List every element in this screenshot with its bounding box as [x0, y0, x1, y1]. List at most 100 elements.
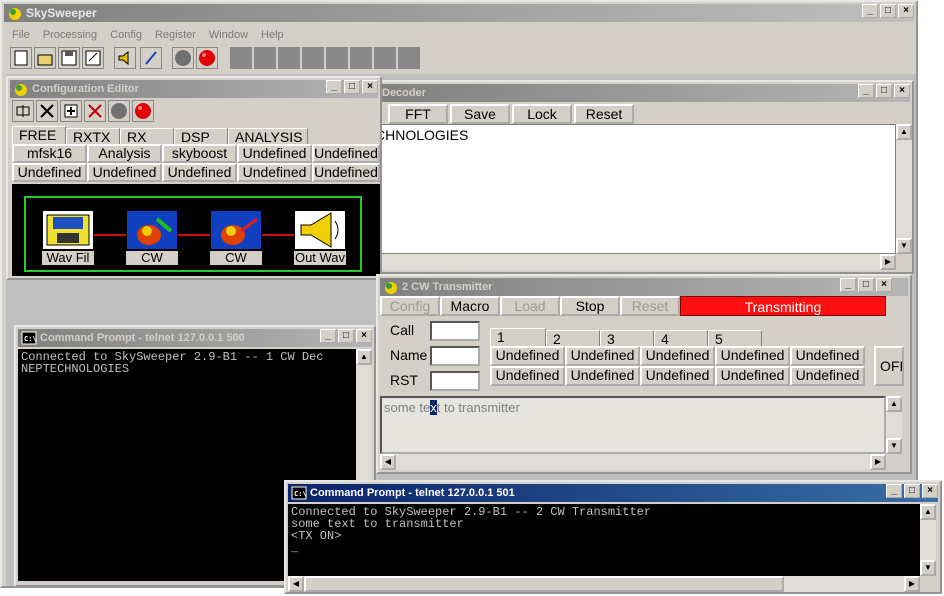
load-button[interactable]: Load — [500, 296, 560, 316]
scroll-down-icon[interactable]: ▼ — [896, 238, 912, 254]
slot-1-icon[interactable] — [230, 47, 252, 69]
speaker-icon[interactable] — [114, 47, 136, 69]
cmd501-console-output[interactable]: Connected to SkySweeper 2.9-B1 -- 2 CW T… — [288, 504, 920, 576]
macro-cell[interactable]: Undefined — [790, 346, 865, 366]
close-icon[interactable]: × — [898, 4, 914, 18]
macro-cell[interactable]: Undefined — [490, 346, 565, 366]
tab-rxtx[interactable]: RXTX — [66, 128, 120, 145]
cmd501-vscroll[interactable]: ▲ ▼ — [920, 504, 936, 576]
name-field[interactable] — [430, 346, 480, 366]
macro-button[interactable]: Macro — [440, 296, 500, 316]
maximize-icon[interactable]: □ — [858, 278, 874, 292]
maximize-icon[interactable]: □ — [904, 484, 920, 498]
scroll-up-icon[interactable]: ▲ — [356, 349, 372, 365]
stop-chain-icon[interactable] — [108, 100, 130, 122]
remove-module-icon[interactable] — [36, 100, 58, 122]
maximize-icon[interactable]: □ — [880, 4, 896, 18]
scroll-left-icon[interactable]: ◀ — [288, 576, 304, 592]
scroll-up-icon[interactable]: ▲ — [896, 124, 912, 140]
tab-rx[interactable]: RX — [120, 128, 174, 145]
reset-button[interactable]: Reset — [574, 104, 634, 124]
menu-register[interactable]: Register — [155, 26, 196, 44]
tuning-icon[interactable] — [140, 47, 162, 69]
menu-help[interactable]: Help — [261, 26, 284, 44]
module-cell[interactable]: mfsk16 — [12, 144, 87, 163]
scroll-up-icon[interactable]: ▲ — [920, 504, 936, 520]
cw-module-icon[interactable] — [210, 210, 262, 250]
slot-3-icon[interactable] — [278, 47, 300, 69]
menu-file[interactable]: File — [12, 26, 30, 44]
slot-6-icon[interactable] — [350, 47, 372, 69]
macro-cell[interactable]: Undefined — [640, 366, 715, 386]
transmit-vscroll[interactable]: ▲ ▼ — [886, 396, 902, 454]
close-icon[interactable]: × — [356, 329, 372, 343]
macro-cell[interactable]: Undefined — [640, 346, 715, 366]
maximize-icon[interactable]: □ — [876, 84, 892, 98]
menu-processing[interactable]: Processing — [43, 26, 97, 44]
decoder-vscroll[interactable]: ▲ ▼ — [896, 124, 912, 254]
macro-tab-3[interactable]: 3 — [600, 330, 654, 347]
transmit-hscroll[interactable]: ◀ ▶ — [380, 454, 886, 470]
scroll-down-icon[interactable]: ▼ — [886, 438, 902, 454]
module-cell[interactable]: Undefined — [12, 163, 87, 182]
close-icon[interactable]: × — [876, 278, 892, 292]
stop-button[interactable]: Stop — [560, 296, 620, 316]
module-cell[interactable]: skyboost — [162, 144, 237, 163]
stop-process-icon[interactable] — [172, 47, 194, 69]
macro-cell[interactable]: Undefined — [790, 366, 865, 386]
tab-dsp[interactable]: DSP — [174, 128, 228, 145]
close-icon[interactable]: × — [894, 84, 910, 98]
scroll-left-icon[interactable]: ◀ — [380, 454, 396, 470]
menu-config[interactable]: Config — [110, 26, 142, 44]
decoder-hscroll[interactable]: ▶ — [378, 254, 896, 270]
save-button[interactable]: Save — [450, 104, 510, 124]
lock-button[interactable]: Lock — [512, 104, 572, 124]
slot-8-icon[interactable] — [398, 47, 420, 69]
save-config-icon[interactable] — [58, 47, 80, 69]
config-button[interactable]: Config — [380, 296, 440, 316]
speaker-output-icon[interactable] — [294, 210, 346, 250]
fft-button[interactable]: FFT — [388, 104, 448, 124]
scroll-thumb[interactable] — [304, 576, 784, 592]
slot-5-icon[interactable] — [326, 47, 348, 69]
chain-canvas[interactable]: Wav Fil CW CW Out Wav — [12, 184, 380, 276]
scroll-right-icon[interactable]: ▶ — [880, 254, 896, 270]
macro-cell[interactable]: Undefined — [715, 346, 790, 366]
scroll-right-icon[interactable]: ▶ — [904, 576, 920, 592]
transmit-text-area[interactable]: some text to transmitter — [380, 396, 886, 454]
call-field[interactable] — [430, 321, 480, 341]
module-cell[interactable]: Undefined — [312, 163, 380, 182]
close-icon[interactable]: × — [362, 80, 378, 94]
run-chain-icon[interactable] — [132, 100, 154, 122]
macro-cell[interactable]: Undefined — [490, 366, 565, 386]
module-cell[interactable]: Undefined — [162, 163, 237, 182]
new-config-icon[interactable] — [10, 47, 32, 69]
open-config-icon[interactable] — [34, 47, 56, 69]
minimize-icon[interactable]: _ — [840, 278, 856, 292]
minimize-icon[interactable]: _ — [886, 484, 902, 498]
module-cell[interactable]: Undefined — [237, 163, 312, 182]
maximize-icon[interactable]: □ — [338, 329, 354, 343]
module-cell[interactable]: Undefined — [237, 144, 312, 163]
maximize-icon[interactable]: □ — [344, 80, 360, 94]
scroll-right-icon[interactable]: ▶ — [870, 454, 886, 470]
macro-tab-2[interactable]: 2 — [546, 330, 600, 347]
wav-file-icon[interactable] — [42, 210, 94, 250]
insert-module-icon[interactable] — [12, 100, 34, 122]
run-process-icon[interactable] — [196, 47, 218, 69]
slot-7-icon[interactable] — [374, 47, 396, 69]
macro-cell[interactable]: Undefined — [715, 366, 790, 386]
delete-module-icon[interactable] — [84, 100, 106, 122]
cmd501-hscroll[interactable]: ◀ ▶ — [288, 576, 920, 592]
scroll-down-icon[interactable]: ▼ — [920, 560, 936, 576]
close-icon[interactable]: × — [922, 484, 938, 498]
macro-tab-5[interactable]: 5 — [708, 330, 762, 347]
minimize-icon[interactable]: _ — [858, 84, 874, 98]
tab-free[interactable]: FREE — [12, 126, 66, 144]
macro-cell[interactable]: Undefined — [565, 346, 640, 366]
cw-module-icon[interactable] — [126, 210, 178, 250]
scroll-up-icon[interactable]: ▲ — [886, 396, 902, 412]
add-module-icon[interactable] — [60, 100, 82, 122]
off-button[interactable]: OFF — [874, 346, 904, 386]
save-as-config-icon[interactable] — [82, 47, 104, 69]
